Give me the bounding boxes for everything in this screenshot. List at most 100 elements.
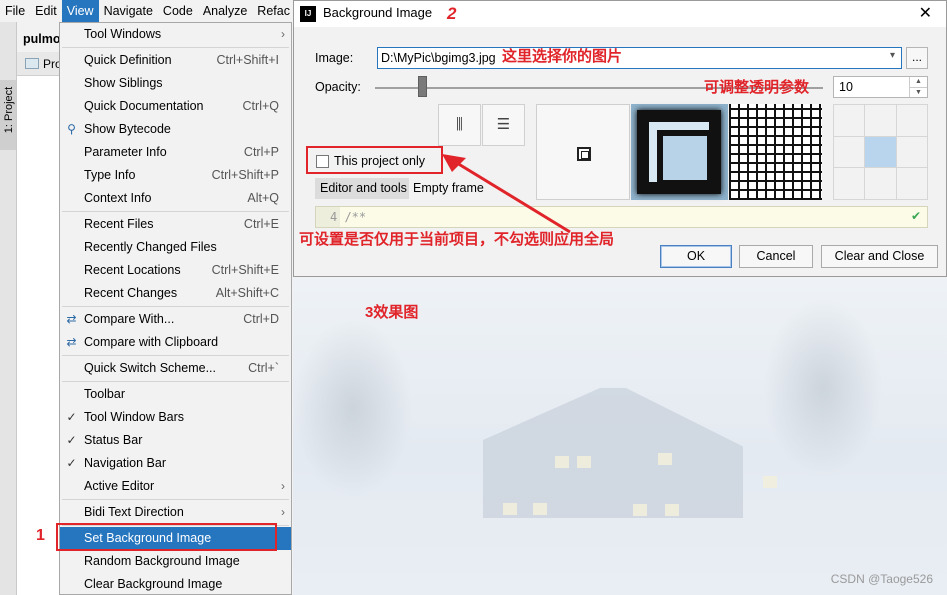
- menu-item-label: Context Info: [84, 191, 152, 205]
- menu-item-show-bytecode[interactable]: ⚲ Show Bytecode: [60, 118, 291, 141]
- menu-item-shortcut: Ctrl+Shift+E: [211, 263, 279, 277]
- image-path-value: D:\MyPic\bgimg3.jpg: [381, 51, 496, 65]
- menu-item-label: Type Info: [84, 168, 136, 182]
- menu-item-quick-definition[interactable]: Quick Definition Ctrl+Shift+I: [60, 49, 291, 72]
- menu-item-context-info[interactable]: Context Info Alt+Q: [60, 187, 291, 210]
- house-window: [503, 503, 517, 515]
- image-path-combo[interactable]: D:\MyPic\bgimg3.jpg ▾: [377, 47, 902, 69]
- menu-item-parameter-info[interactable]: Parameter Info Ctrl+P: [60, 141, 291, 164]
- anchor-middle-left[interactable]: [834, 136, 865, 168]
- clear-and-close-button[interactable]: Clear and Close: [821, 245, 938, 268]
- menu-code[interactable]: Code: [158, 0, 198, 22]
- menu-item-shortcut: Ctrl+P: [243, 145, 279, 159]
- chevron-right-icon: ›: [281, 505, 285, 519]
- menu-item-type-info[interactable]: Type Info Ctrl+Shift+P: [60, 164, 291, 187]
- menu-navigate[interactable]: Navigate: [99, 0, 158, 22]
- menu-item-label: Random Background Image: [84, 554, 240, 568]
- menu-item-compare-with[interactable]: ⇄ Compare With... Ctrl+D: [60, 308, 291, 331]
- fill-mode-scale[interactable]: [631, 104, 728, 200]
- menu-item-recent-changes[interactable]: Recent Changes Alt+Shift+C: [60, 282, 291, 305]
- menu-item-status-bar[interactable]: ✓ Status Bar: [60, 429, 291, 452]
- menu-edit[interactable]: Edit: [30, 0, 62, 22]
- anchor-bottom-left[interactable]: [834, 168, 865, 199]
- menu-item-shortcut: Ctrl+E: [243, 217, 279, 231]
- menu-item-label: Quick Switch Scheme...: [84, 361, 216, 375]
- menu-item-recently-changed-files[interactable]: Recently Changed Files: [60, 236, 291, 259]
- menu-separator: [62, 381, 289, 382]
- anchor-bottom-center[interactable]: [865, 168, 896, 199]
- menu-item-tool-window-bars[interactable]: ✓ Tool Window Bars: [60, 406, 291, 429]
- menu-view[interactable]: View: [61, 0, 99, 22]
- flip-vertical-button[interactable]: ☰: [482, 104, 525, 146]
- spinner-down-icon[interactable]: ▼: [909, 87, 927, 97]
- anchor-top-right[interactable]: [896, 105, 927, 136]
- menu-item-navigation-bar[interactable]: ✓ Navigation Bar: [60, 452, 291, 475]
- menu-item-show-siblings[interactable]: Show Siblings: [60, 72, 291, 95]
- house-image: [483, 388, 743, 518]
- menu-item-label: Quick Definition: [84, 53, 172, 67]
- background-effect-preview: CSDN @Taoge526: [293, 278, 947, 595]
- tab-editor-and-tools[interactable]: Editor and tools: [315, 178, 409, 199]
- menu-item-recent-files[interactable]: Recent Files Ctrl+E: [60, 213, 291, 236]
- chevron-right-icon: ›: [281, 27, 285, 41]
- close-icon[interactable]: ✕: [919, 3, 932, 23]
- anchor-top-left[interactable]: [834, 105, 865, 136]
- ide-logo-icon: IJ: [300, 6, 316, 22]
- menu-item-active-editor[interactable]: Active Editor ›: [60, 475, 291, 498]
- menu-item-label: Status Bar: [84, 433, 143, 447]
- menu-item-quick-switch-scheme[interactable]: Quick Switch Scheme... Ctrl+`: [60, 357, 291, 380]
- menu-file[interactable]: File: [0, 0, 30, 22]
- scale-preview-icon: [637, 110, 721, 194]
- menu-item-shortcut: Ctrl+`: [248, 361, 279, 375]
- highlight-set-background: [56, 523, 277, 551]
- menu-analyze[interactable]: Analyze: [198, 0, 252, 22]
- ok-button[interactable]: OK: [660, 245, 732, 268]
- project-view-tab[interactable]: Pro: [17, 52, 62, 76]
- spinner-up-icon[interactable]: ▲: [909, 77, 927, 87]
- menu-refactor[interactable]: Refac: [252, 0, 295, 22]
- menu-item-quick-documentation[interactable]: Quick Documentation Ctrl+Q: [60, 95, 291, 118]
- opacity-slider-knob[interactable]: [418, 76, 427, 97]
- anchor-middle-right[interactable]: [896, 136, 927, 168]
- dialog-title-bar: IJ Background Image ✕: [294, 1, 946, 27]
- menu-bar: File Edit View Navigate Code Analyze Ref…: [0, 0, 295, 22]
- menu-item-toolbar[interactable]: Toolbar: [60, 383, 291, 406]
- project-header: pulmor: [17, 26, 65, 52]
- menu-item-label: Recent Locations: [84, 263, 181, 277]
- anchor-center[interactable]: [865, 136, 896, 168]
- dialog-title: Background Image: [323, 5, 433, 20]
- annotation-step2: 2: [447, 4, 457, 23]
- project-tool-label: 1: Project: [3, 86, 16, 134]
- flip-horizontal-icon: ⫼: [456, 116, 463, 133]
- house-window: [577, 456, 591, 468]
- fill-mode-tile[interactable]: [729, 104, 822, 200]
- browse-button[interactable]: ...: [906, 47, 928, 69]
- menu-item-tool-windows[interactable]: Tool Windows ›: [60, 23, 291, 46]
- anchor-bottom-right[interactable]: [896, 168, 927, 199]
- anchor-top-center[interactable]: [865, 105, 896, 136]
- menu-item-label: Active Editor: [84, 479, 155, 493]
- menu-item-recent-locations[interactable]: Recent Locations Ctrl+Shift+E: [60, 259, 291, 282]
- annotation-choose-image: 这里选择你的图片: [502, 48, 623, 65]
- cancel-button[interactable]: Cancel: [739, 245, 813, 268]
- menu-item-label: Tool Window Bars: [84, 410, 185, 424]
- menu-item-label: Show Siblings: [84, 76, 163, 90]
- compare-icon: ⇄: [66, 312, 77, 326]
- menu-item-label: Navigation Bar: [84, 456, 166, 470]
- menu-item-label: Toolbar: [84, 387, 125, 401]
- menu-item-clear-background-image[interactable]: Clear Background Image: [60, 573, 291, 595]
- menu-item-compare-clipboard[interactable]: ⇄ Compare with Clipboard: [60, 331, 291, 354]
- house-window: [633, 504, 647, 516]
- checkmark-icon: ✓: [66, 456, 77, 470]
- menu-item-random-background-image[interactable]: Random Background Image: [60, 550, 291, 573]
- house-window: [658, 453, 672, 465]
- menu-item-label: Show Bytecode: [84, 122, 171, 136]
- chevron-down-icon[interactable]: ▾: [890, 50, 895, 61]
- anchor-grid: [833, 104, 928, 200]
- house-window: [665, 504, 679, 516]
- menu-separator: [62, 306, 289, 307]
- menu-item-bidi-text-direction[interactable]: Bidi Text Direction ›: [60, 501, 291, 524]
- opacity-spinner[interactable]: 10 ▲ ▼: [833, 76, 928, 98]
- flip-horizontal-button[interactable]: ⫼: [438, 104, 481, 146]
- menu-item-label: Bidi Text Direction: [84, 505, 184, 519]
